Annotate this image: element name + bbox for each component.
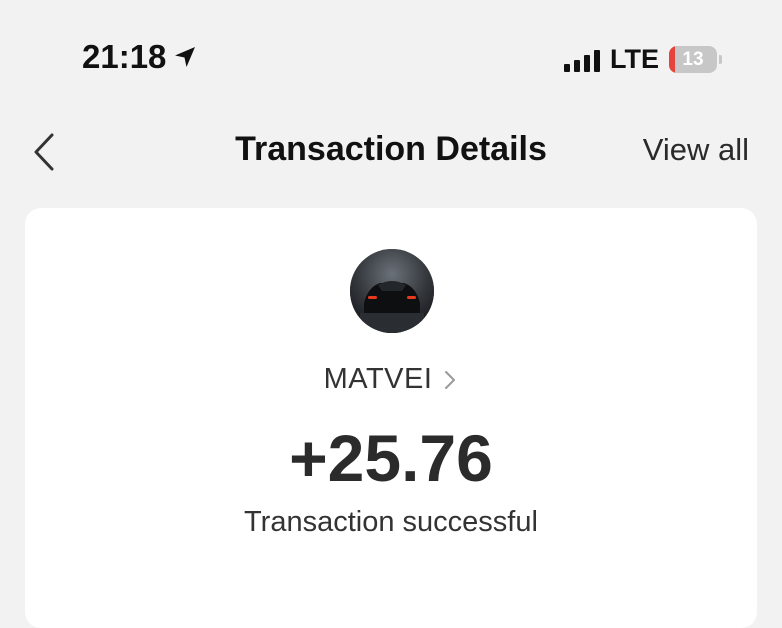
time-group: 21:18 — [82, 38, 198, 76]
counterparty-link[interactable]: MATVEI — [25, 363, 757, 396]
status-bar: 21:18 LTE 13 — [0, 0, 782, 110]
network-type: LTE — [610, 44, 659, 74]
transaction-amount: +25.76 — [289, 421, 493, 495]
battery-percentage: 13 — [682, 48, 704, 70]
transaction-card: MATVEI +25.76 Transaction successful — [25, 208, 757, 628]
cellular-signal-icon — [564, 48, 600, 72]
status-time: 21:18 — [82, 38, 167, 75]
transaction-status: Transaction successful — [244, 506, 538, 538]
navigation-bar: Transaction Details View all — [0, 110, 782, 195]
location-arrow-icon — [172, 44, 198, 70]
view-all-link[interactable]: View all — [643, 132, 749, 168]
avatar — [350, 249, 434, 333]
battery-icon: 13 — [669, 46, 722, 73]
status-indicators: LTE 13 — [564, 44, 722, 75]
car-photo-icon — [350, 249, 434, 333]
chevron-right-icon — [442, 369, 458, 391]
counterparty-name: MATVEI — [323, 363, 433, 395]
